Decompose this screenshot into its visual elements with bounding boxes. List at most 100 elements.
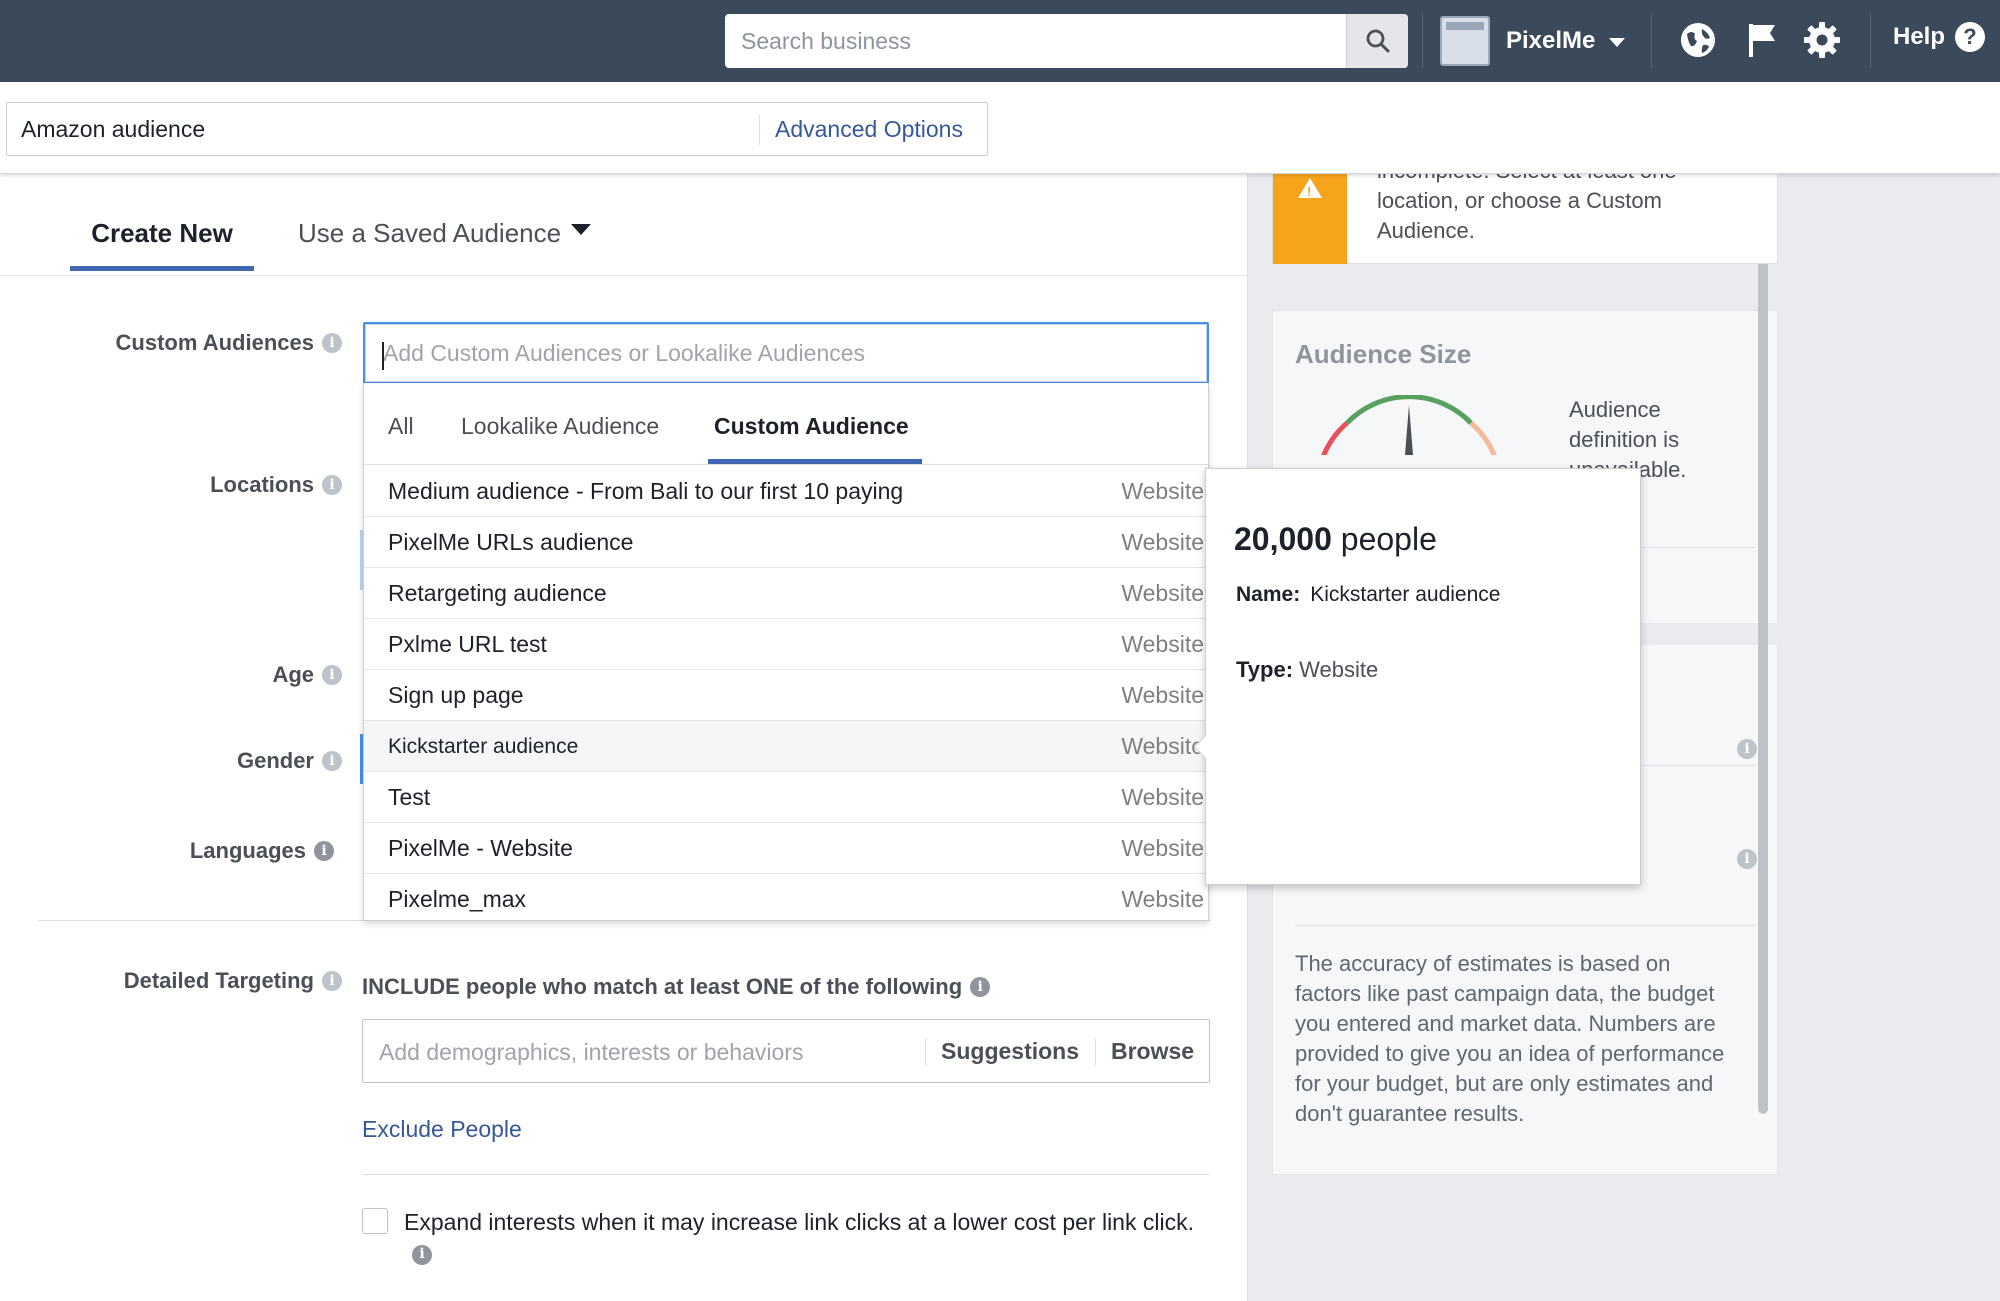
audience-mode-tabs: Create New Use a Saved Audience	[0, 174, 1248, 276]
detailed-targeting-input[interactable]: Add demographics, interests or behaviors…	[362, 1019, 1210, 1083]
caret-down-icon	[571, 224, 592, 235]
info-icon[interactable]: i	[322, 333, 342, 353]
audience-option-row[interactable]: Retargeting audience Website	[364, 568, 1208, 619]
type-label: Type:	[1236, 657, 1294, 682]
audience-option-row[interactable]: PixelMe URLs audience Website	[364, 517, 1208, 568]
info-icon[interactable]: i	[314, 841, 334, 861]
flag-icon[interactable]	[1740, 18, 1784, 62]
audience-option-row[interactable]: Medium audience - From Bali to our first…	[364, 466, 1208, 517]
audience-option-type: Website	[1121, 733, 1204, 759]
audience-option-name: Sign up page	[388, 682, 524, 708]
topbar-divider	[1651, 14, 1652, 68]
browse-button[interactable]: Browse	[1111, 1038, 1194, 1065]
top-navigation-bar: PixelMe Help ?	[0, 0, 2000, 82]
languages-label: Languages i	[60, 838, 334, 864]
audience-gauge	[1321, 395, 1497, 455]
gear-icon[interactable]	[1800, 18, 1844, 62]
audience-option-row[interactable]: Kickstarter audience Website	[364, 721, 1208, 772]
help-button[interactable]: Help ?	[1893, 22, 1986, 52]
audience-option-name: Medium audience - From Bali to our first…	[388, 478, 904, 504]
globe-icon[interactable]	[1676, 18, 1720, 62]
exclude-people-link[interactable]: Exclude People	[362, 1116, 522, 1143]
age-label: Age i	[60, 662, 342, 688]
chevron-down-icon	[1609, 38, 1626, 47]
account-switcher[interactable]: PixelMe	[1440, 14, 1626, 68]
custom-audiences-dropdown: All Lookalike Audience Custom Audience M…	[363, 383, 1209, 921]
include-heading: INCLUDE people who match at least ONE of…	[362, 974, 991, 1000]
name-label: Name:	[1236, 583, 1301, 606]
locations-label-text: Locations	[210, 472, 314, 497]
advanced-options-link[interactable]: Advanced Options	[775, 116, 963, 143]
audience-count: 20,000 people	[1234, 521, 1437, 558]
audience-option-row[interactable]: PixelMe - Website Website	[364, 823, 1208, 874]
audience-option-type: Website	[1121, 886, 1204, 912]
audience-option-row[interactable]: Sign up page Website	[364, 670, 1208, 721]
business-search-input[interactable]	[725, 14, 1345, 68]
tab-custom-audience[interactable]: Custom Audience	[714, 413, 909, 440]
audience-type-detail: Type: Website	[1236, 657, 1378, 683]
info-icon[interactable]: i	[1737, 849, 1757, 869]
audience-option-row[interactable]: Pxlme URL test Website	[364, 619, 1208, 670]
audience-count-unit: people	[1340, 521, 1437, 557]
languages-label-text: Languages	[189, 838, 306, 863]
help-label: Help	[1893, 23, 1946, 50]
help-icon: ?	[1955, 22, 1986, 52]
info-icon[interactable]: i	[322, 475, 342, 495]
dropdown-tabs: All Lookalike Audience Custom Audience	[364, 383, 1208, 465]
audience-option-type: Website	[1121, 580, 1204, 606]
text-cursor	[382, 342, 384, 370]
audience-option-name: Test	[388, 784, 431, 810]
detailed-targeting-placeholder: Add demographics, interests or behaviors	[379, 1039, 804, 1065]
info-icon[interactable]: i	[322, 751, 342, 771]
audience-name-value: Amazon audience	[21, 116, 206, 142]
field-divider	[1095, 1038, 1096, 1066]
search-icon	[1366, 29, 1389, 53]
info-icon[interactable]: i	[412, 1244, 432, 1265]
audience-option-name: PixelMe URLs audience	[388, 529, 634, 555]
warning-stripe: !	[1273, 174, 1347, 264]
account-name: PixelMe	[1506, 27, 1596, 54]
info-icon[interactable]: i	[1737, 739, 1757, 759]
locations-label: Locations i	[60, 472, 342, 498]
audience-option-row[interactable]: Pixelme_max Website	[364, 874, 1208, 920]
suggestions-button[interactable]: Suggestions	[941, 1038, 1079, 1065]
account-avatar	[1440, 16, 1490, 66]
search-button[interactable]	[1346, 14, 1408, 68]
audience-option-name: PixelMe - Website	[388, 835, 573, 861]
info-icon[interactable]: i	[970, 977, 991, 997]
scrollbar[interactable]	[1758, 174, 1768, 1114]
business-search	[725, 14, 1408, 68]
custom-audiences-label-text: Custom Audiences	[115, 330, 314, 355]
field-divider	[759, 115, 760, 145]
card-divider	[1295, 925, 1755, 926]
gender-label-text: Gender	[236, 748, 314, 773]
tab-use-saved-audience[interactable]: Use a Saved Audience	[298, 218, 592, 249]
detailed-targeting-label: Detailed Targeting i	[60, 968, 342, 994]
audience-option-type: Website	[1121, 835, 1204, 861]
tab-use-saved-audience-label: Use a Saved Audience	[298, 218, 562, 248]
audience-count-value: 20,000	[1234, 521, 1332, 557]
custom-audiences-label: Custom Audiences i	[60, 330, 342, 356]
include-heading-text: INCLUDE people who match at least ONE of…	[362, 974, 963, 999]
audience-option-name: Kickstarter audience	[388, 735, 579, 758]
name-value: Kickstarter audience	[1310, 583, 1501, 606]
info-icon[interactable]: i	[322, 665, 342, 685]
expand-interests-checkbox[interactable]	[362, 1208, 388, 1234]
custom-audiences-input-box[interactable]	[363, 322, 1209, 384]
expand-interests-text: Expand interests when it may increase li…	[404, 1209, 1194, 1235]
audience-option-row[interactable]: Test Website	[364, 772, 1208, 823]
custom-audiences-input[interactable]	[365, 324, 1207, 382]
tab-create-new[interactable]: Create New	[70, 218, 254, 249]
audience-size-title: Audience Size	[1295, 339, 1472, 369]
location-warning-card: ! incomplete. Select at least one locati…	[1272, 158, 1778, 264]
info-icon[interactable]: i	[322, 971, 342, 991]
audience-hover-card: 20,000 people Name: Kickstarter audience …	[1193, 468, 1641, 885]
audience-option-name: Pxlme URL test	[388, 631, 547, 657]
tab-all[interactable]: All	[388, 413, 414, 440]
audience-name-field[interactable]: Amazon audience Advanced Options	[6, 102, 988, 156]
warning-mark: !	[1307, 184, 1312, 199]
expand-interests-label: Expand interests when it may increase li…	[404, 1207, 1204, 1269]
tab-lookalike-audience[interactable]: Lookalike Audience	[461, 413, 659, 440]
accuracy-note: The accuracy of estimates is based on fa…	[1295, 951, 1725, 1126]
audience-option-type: Website	[1121, 478, 1204, 504]
